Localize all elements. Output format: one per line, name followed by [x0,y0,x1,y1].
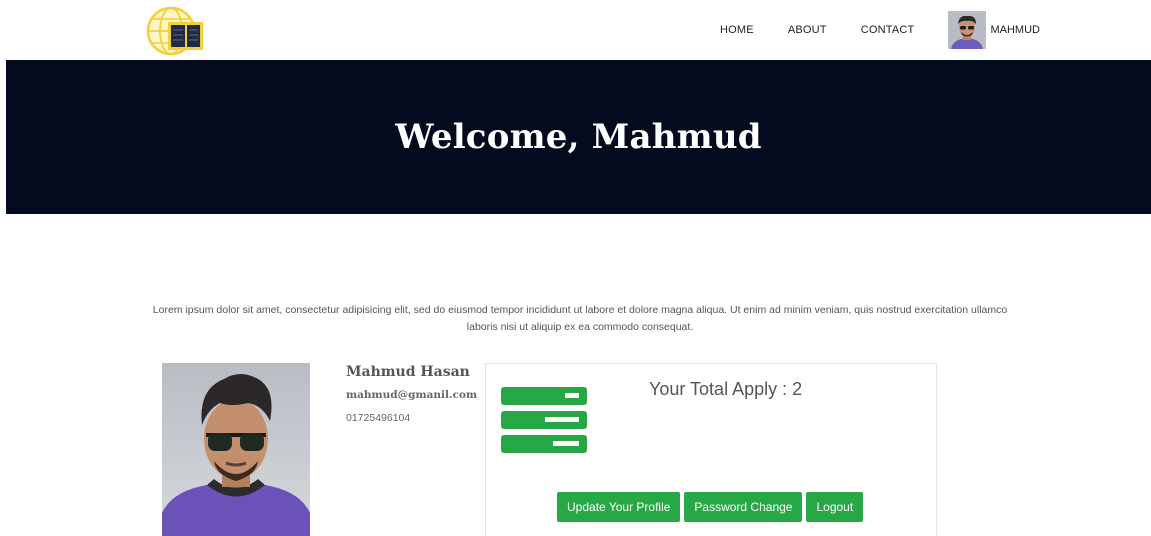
nav-user-name: MAHMUD [990,24,1040,36]
user-avatar-icon [948,11,987,49]
action-buttons: Update Your Profile Password Change Logo… [557,492,867,522]
navbar: HOME ABOUT CONTACT MAHMUD [0,0,1151,60]
site-logo[interactable] [145,6,205,56]
nav-link-about[interactable]: ABOUT [788,24,827,36]
nav-menu: HOME ABOUT CONTACT MAHMUD [720,0,1040,60]
intro-text: Lorem ipsum dolor sit amet, consectetur … [152,303,1008,333]
profile-photo [162,363,310,536]
nav-link-contact[interactable]: CONTACT [861,24,915,36]
nav-link-home[interactable]: HOME [720,24,754,36]
globe-book-logo-icon [146,6,203,56]
total-apply-count: Your Total Apply : 2 [649,379,803,399]
nav-user-menu[interactable]: MAHMUD [948,11,1040,49]
profile-photo-image [162,363,310,536]
page-title: Welcome, Mahmud [395,117,762,157]
profile-name: Mahmud Hasan [346,364,470,380]
avatar [948,11,987,49]
hero-banner: Welcome, Mahmud [6,60,1151,214]
profile-email: mahmud@gmanil.com [346,389,478,401]
list-stack-icon [501,385,587,455]
logout-button[interactable]: Logout [806,492,864,522]
profile-phone: 01725496104 [346,412,411,424]
update-profile-button[interactable]: Update Your Profile [557,492,681,522]
profile-info: Mahmud Hasan mahmud@gmanil.com 017254961… [346,364,477,424]
apply-summary-card: Your Total Apply : 2 Update Your Profile… [485,363,937,536]
password-change-button[interactable]: Password Change [684,492,803,522]
